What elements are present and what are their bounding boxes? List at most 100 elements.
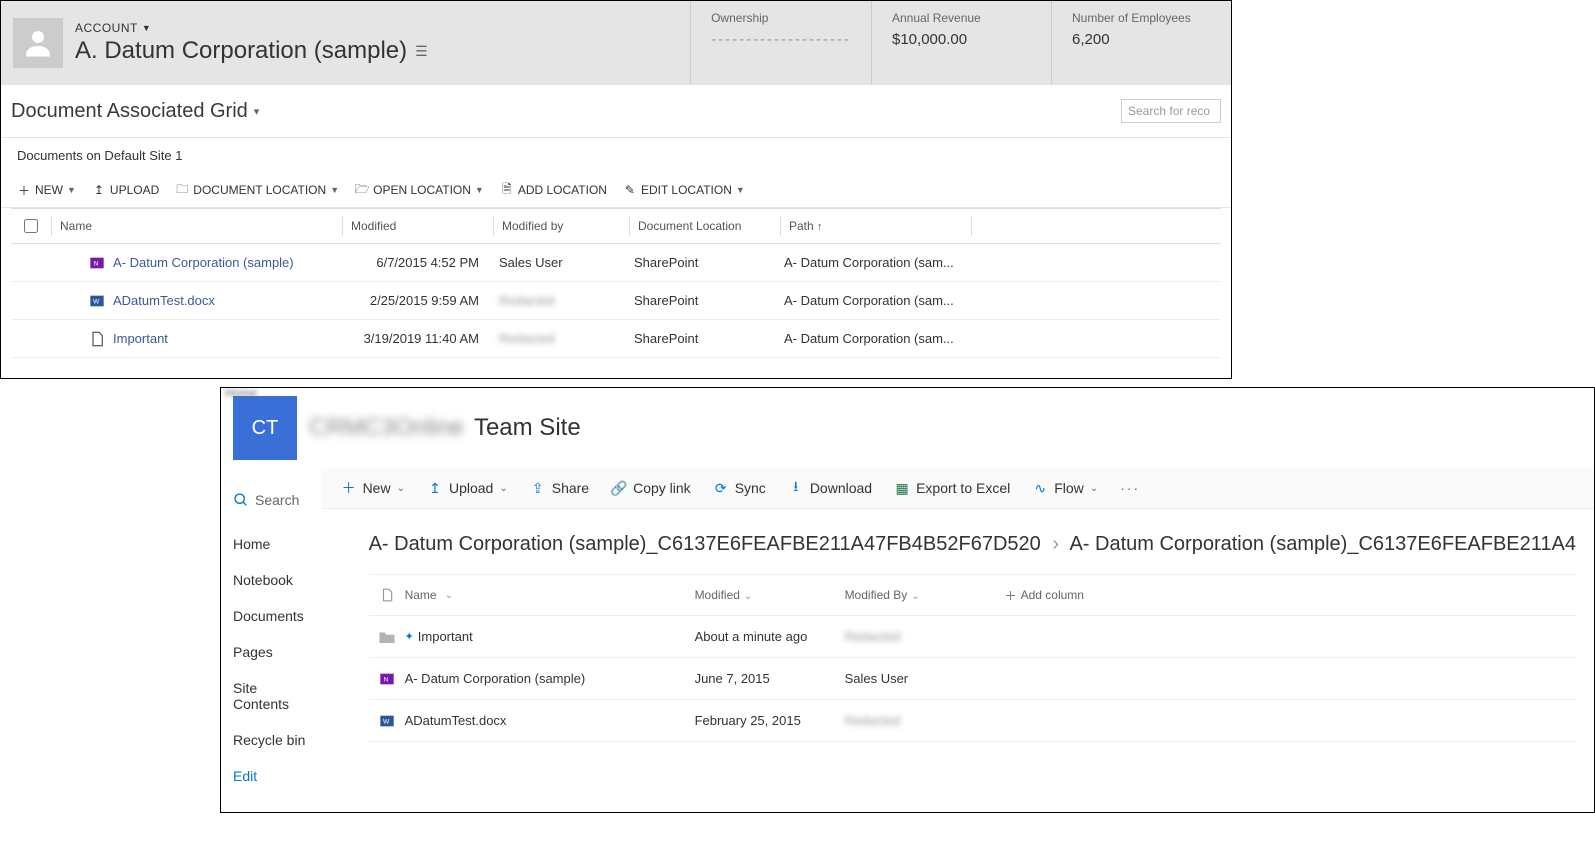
select-all-checkbox[interactable] <box>11 219 51 233</box>
cmd-excel[interactable]: ▦Export to Excel <box>884 476 1020 500</box>
column-header-modified[interactable]: Modified⌄ <box>695 588 845 602</box>
record-menu-icon[interactable]: ☰ <box>415 43 428 60</box>
column-header-name[interactable]: Name <box>52 219 342 233</box>
column-header-path[interactable]: Path ↑ <box>781 219 971 233</box>
cmd-share[interactable]: ⇪Share <box>520 476 599 500</box>
edit-location-label: EDIT LOCATION <box>641 183 732 197</box>
new-button[interactable]: ＋ NEW ▼ <box>11 179 82 201</box>
chevron-down-icon: ⌄ <box>744 591 752 602</box>
sp-home-crumb: Home <box>225 386 257 400</box>
column-header-path-label: Path <box>789 219 814 233</box>
cell-modified: 3/19/2019 11:40 AM <box>341 331 491 346</box>
nav-item-documents[interactable]: Documents <box>229 598 313 634</box>
file-name-link[interactable]: Important <box>113 331 168 346</box>
column-header-type[interactable] <box>369 588 405 602</box>
search-input[interactable]: Search for reco <box>1121 99 1221 123</box>
crm-stats: Ownership -------------------- Annual Re… <box>690 1 1231 85</box>
grid-row[interactable]: W ADatumTest.docx 2/25/2015 9:59 AM Reda… <box>11 282 1221 320</box>
cell-location: SharePoint <box>626 293 776 308</box>
cell-name[interactable]: W ADatumTest.docx <box>51 293 341 309</box>
sp-grid-header: Name⌄ Modified⌄ Modified By⌄ ＋Add column <box>369 574 1576 616</box>
cmd-copylink[interactable]: 🔗Copy link <box>601 476 701 500</box>
upload-button[interactable]: ↥ UPLOAD <box>86 179 165 201</box>
location-label: Documents on Default Site 1 <box>1 138 1231 173</box>
stat-revenue: Annual Revenue $10,000.00 <box>871 1 1051 85</box>
cell-modified-by: Sales User <box>491 255 626 270</box>
cmd-upload[interactable]: ↥Upload⌄ <box>417 476 518 500</box>
stat-ownership-value[interactable]: -------------------- <box>711 31 851 48</box>
chevron-down-icon: ▼ <box>475 185 484 195</box>
nav-item-home[interactable]: Home <box>229 526 313 562</box>
sp-header: CT CRMC3Online Team Site <box>221 388 1594 468</box>
grid-row[interactable]: Important 3/19/2019 11:40 AM Redacted Sh… <box>11 320 1221 358</box>
cmd-sync-label: Sync <box>735 480 766 496</box>
cmd-share-label: Share <box>552 480 589 496</box>
column-header-modified[interactable]: Modified <box>343 219 493 233</box>
nav-edit-link[interactable]: Edit <box>229 758 313 794</box>
chevron-down-icon: ⌄ <box>397 483 405 494</box>
file-name-link[interactable]: A- Datum Corporation (sample) <box>113 255 294 270</box>
file-name-link[interactable]: ADatumTest.docx <box>113 293 215 308</box>
sp-grid-row[interactable]: ✦ Important About a minute ago Redacted <box>369 616 1576 658</box>
site-title[interactable]: CRMC3Online Team Site <box>309 414 581 442</box>
column-header-location[interactable]: Document Location <box>630 219 780 233</box>
chevron-down-icon: ⌄ <box>499 483 507 494</box>
sp-grid-row[interactable]: W ADatumTest.docx February 25, 2015 Reda… <box>369 700 1576 742</box>
document-location-label: DOCUMENT LOCATION <box>193 183 326 197</box>
stat-revenue-value[interactable]: $10,000.00 <box>892 31 1031 48</box>
cell-name[interactable]: A- Datum Corporation (sample) <box>405 671 695 686</box>
document-location-button[interactable]: 🗀 DOCUMENT LOCATION ▼ <box>169 179 345 201</box>
cmd-new[interactable]: ＋New⌄ <box>331 476 415 500</box>
upload-icon: ↥ <box>92 183 106 197</box>
cell-name[interactable]: ADatumTest.docx <box>405 713 695 728</box>
chevron-down-icon: ▼ <box>736 185 745 195</box>
cell-name[interactable]: N A- Datum Corporation (sample) <box>51 255 341 271</box>
site-title-text: Team Site <box>474 414 581 441</box>
edit-icon: ✎ <box>623 183 637 197</box>
column-header-modified-by[interactable]: Modified by <box>494 219 629 233</box>
entity-type-dropdown[interactable]: ACCOUNT ▼ <box>75 21 428 35</box>
add-location-icon: 🗎 <box>500 183 514 197</box>
add-location-button[interactable]: 🗎 ADD LOCATION <box>494 179 613 201</box>
new-indicator-icon: ✦ <box>405 630 414 643</box>
nav-item-site-contents[interactable]: Site Contents <box>229 670 313 722</box>
cmd-new-label: New <box>363 480 391 496</box>
breadcrumb-part1[interactable]: A- Datum Corporation (sample)_C6137E6FEA… <box>369 533 1041 555</box>
stat-ownership-label: Ownership <box>711 11 851 25</box>
open-location-button[interactable]: 🗁 OPEN LOCATION ▼ <box>349 179 490 201</box>
add-location-label: ADD LOCATION <box>518 183 607 197</box>
cmd-flow[interactable]: ∿Flow⌄ <box>1022 476 1108 500</box>
crm-title-block: ACCOUNT ▼ A. Datum Corporation (sample) … <box>75 21 428 65</box>
sharepoint-window: Home CT CRMC3Online Team Site Search Hom… <box>220 387 1595 813</box>
nav-item-pages[interactable]: Pages <box>229 634 313 670</box>
excel-icon: ▦ <box>894 480 910 496</box>
cell-modified-by: Redacted <box>491 293 626 308</box>
plus-icon: ＋ <box>17 183 31 197</box>
column-header-modified-by[interactable]: Modified By⌄ <box>845 588 1005 602</box>
view-selector[interactable]: Document Associated Grid ▾ <box>11 100 259 123</box>
edit-location-button[interactable]: ✎ EDIT LOCATION ▼ <box>617 179 751 201</box>
add-column-button[interactable]: ＋Add column <box>1005 587 1084 604</box>
nav-item-recycle-bin[interactable]: Recycle bin <box>229 722 313 758</box>
cell-name[interactable]: Important <box>51 331 341 347</box>
cmd-sync[interactable]: ⟳Sync <box>703 476 776 500</box>
site-logo[interactable]: CT <box>233 396 297 460</box>
cell-name[interactable]: ✦ Important <box>405 629 695 644</box>
sp-search[interactable]: Search <box>229 486 313 526</box>
record-title: A. Datum Corporation (sample) ☰ <box>75 37 428 65</box>
column-header-name[interactable]: Name⌄ <box>405 588 695 602</box>
cmd-flow-label: Flow <box>1054 480 1084 496</box>
nav-item-notebook[interactable]: Notebook <box>229 562 313 598</box>
crm-subheader: Document Associated Grid ▾ Search for re… <box>1 85 1231 138</box>
sp-grid-row[interactable]: N A- Datum Corporation (sample) June 7, … <box>369 658 1576 700</box>
column-header-modified-by-label: Modified By <box>845 588 908 602</box>
cmd-more[interactable]: ··· <box>1110 476 1150 500</box>
cmd-download-label: Download <box>810 480 872 496</box>
breadcrumb-part2[interactable]: A- Datum Corporation (sample)_C6137E6FEA… <box>1069 533 1576 555</box>
chevron-down-icon: ▾ <box>254 105 260 118</box>
stat-employees-value[interactable]: 6,200 <box>1072 31 1211 48</box>
cell-modified-by: Redacted <box>845 713 1005 728</box>
grid-row[interactable]: N A- Datum Corporation (sample) 6/7/2015… <box>11 244 1221 282</box>
sort-ascending-icon: ↑ <box>817 221 823 233</box>
cmd-download[interactable]: ⭳Download <box>778 476 882 500</box>
